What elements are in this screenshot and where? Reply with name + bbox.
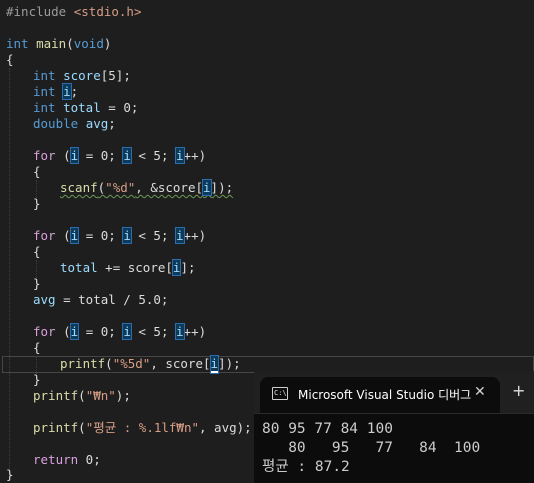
terminal-icon-label: C:\ [274,389,287,397]
code-text: (i = 0; i < 5; i++) [55,323,207,340]
code-line-brace: } [6,467,14,482]
function-call: scanf [60,180,98,195]
function-name: main [36,36,67,51]
code-text: , score[ [150,356,211,371]
control-keyword: for [33,324,56,339]
code-text: ; [108,116,116,131]
text-caret: i [209,355,220,374]
string-literal: "%5d" [112,356,151,371]
close-icon[interactable]: ✕ [474,384,486,400]
highlighted-variable: i [202,179,212,196]
code-text: 0; [78,452,101,467]
include-header: <stdio.h> [73,4,142,19]
code-line-brace: } [33,276,41,291]
punct: ( [78,420,86,435]
code-text: [5]; [100,68,131,83]
variable: total [60,260,98,275]
code-line-decl-avg: double avg; [33,116,116,132]
code-line-include: #include <stdio.h> [6,4,141,20]
type-keyword: int [33,100,56,115]
punct: ) [103,36,112,51]
function-call: printf [33,420,79,435]
variable: avg [33,292,56,307]
code-text: , &score[ [135,180,204,195]
console-tab-bar: C:\ Microsoft Visual Studio 디버그 ✕ + [254,371,534,414]
code-text: = total / 5.0; [55,292,169,307]
code-line-for: for (i = 0; i < 5; i++) [33,323,207,340]
code-text: (i = 0; i < 5; i++) [55,227,207,244]
code-line-for: for (i = 0; i < 5; i++) [33,227,207,244]
code-line-for: for (i = 0; i < 5; i++) [33,147,207,164]
punct: ( [78,388,86,403]
string-literal: "%d" [105,180,136,195]
code-text: += score[ [97,260,173,275]
punct: ( [105,356,113,371]
code-text: ]); [210,180,234,195]
code-line-brace: } [33,196,41,211]
code-line-printf-avg: printf("평균 : %.1lf₩n", avg); [33,420,252,436]
code-text: ); [115,388,131,403]
function-call: printf [33,388,79,403]
code-line-brace: } [33,372,41,387]
console-tab-title: Microsoft Visual Studio 디버그 [298,388,472,402]
console-tab[interactable]: C:\ Microsoft Visual Studio 디버그 ✕ [260,377,500,413]
code-text: = 0; [100,100,139,115]
code-line-scanf: scanf("%d", &score[i]); [60,179,234,196]
variable: score [63,68,101,83]
param-keyword: void [73,36,104,51]
type-keyword: int [6,36,29,51]
variable: avg [85,116,109,131]
code-line-avg: avg = total / 5.0; [33,292,168,308]
console-output-line: 80 95 77 84 100 [262,421,393,437]
control-keyword: return [33,452,79,467]
debug-console-window: C:\ Microsoft Visual Studio 디버그 ✕ + 80 9… [254,371,534,483]
function-call: printf [60,356,106,371]
string-literal: "평균 : %.1lf₩n" [85,420,199,435]
code-line-brace: { [6,52,14,67]
variable: total [63,100,101,115]
code-text: , avg); [199,420,252,435]
preprocessor-directive: #include [6,4,67,19]
code-text: ]; [180,260,196,275]
indent-guide [9,68,10,476]
code-line-brace: { [33,244,41,259]
code-line-brace: { [33,164,41,179]
control-keyword: for [33,148,56,163]
highlighted-variable: i [62,83,72,100]
punct: ( [66,36,74,51]
plus-icon[interactable]: + [512,381,525,400]
code-line-printf-score: printf("%5d", score[i]); [60,355,241,374]
code-line-decl-i: int i; [33,83,79,100]
type-keyword: double [33,116,79,131]
code-line-total-sum: total += score[i]; [60,259,196,276]
code-line-brace: { [33,340,41,355]
code-line-decl-total: int total = 0; [33,100,138,116]
code-line-return: return 0; [33,452,101,468]
code-text: ]); [218,356,241,371]
type-keyword: int [33,84,56,99]
warning-squiggle: scanf("%d", &score[i]); [60,179,234,196]
console-output-line: 80 95 77 84 100 [262,440,481,456]
code-line-printf-newline: printf("₩n"); [33,388,131,404]
console-output-line: 평균 : 87.2 [262,459,350,475]
code-line-main: int main(void) [6,36,111,52]
control-keyword: for [33,228,56,243]
code-text: (i = 0; i < 5; i++) [55,147,207,164]
code-line-decl-score: int score[5]; [33,68,131,84]
type-keyword: int [33,68,56,83]
code-text: ; [70,84,79,99]
string-literal: "₩n" [85,388,116,403]
terminal-icon: C:\ [272,387,288,400]
